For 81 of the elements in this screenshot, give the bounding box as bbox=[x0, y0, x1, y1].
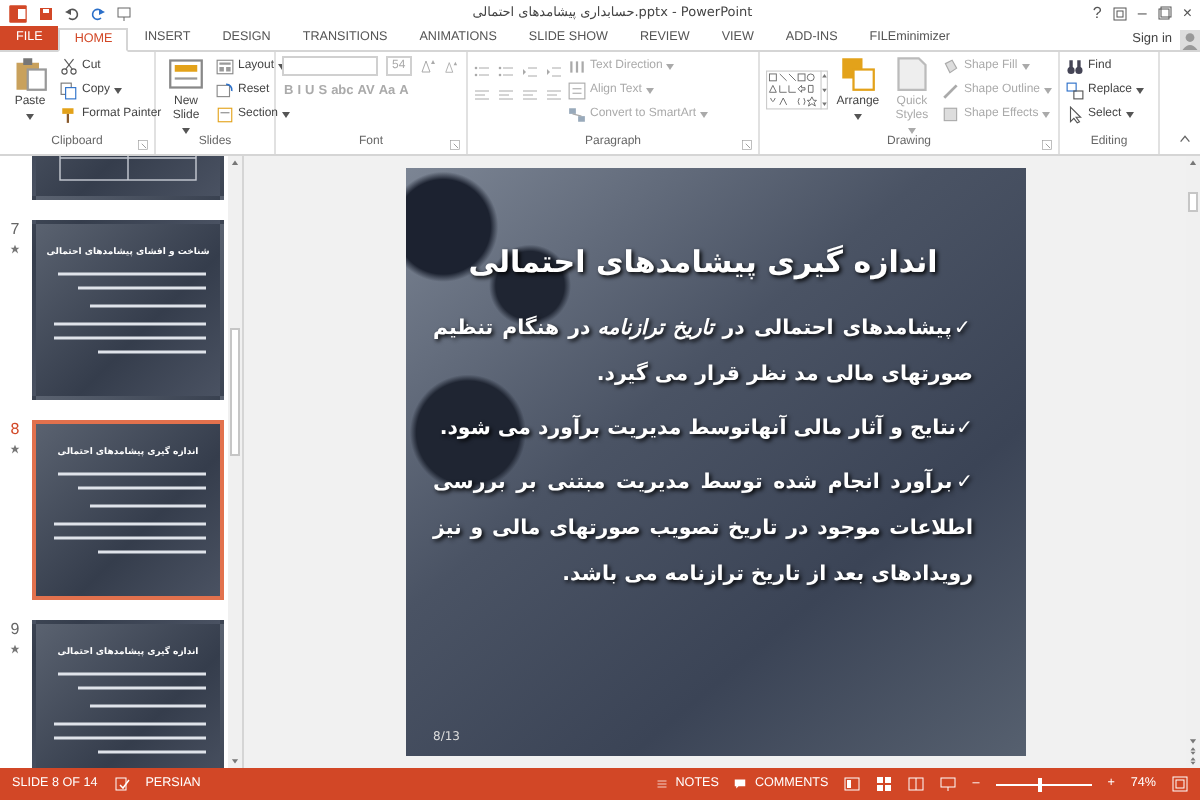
up-arrow-icon bbox=[1188, 158, 1198, 168]
comment-icon bbox=[734, 777, 747, 790]
align-lines-icon bbox=[546, 88, 562, 104]
chevron-up-icon bbox=[1178, 132, 1192, 146]
slide-page-icon bbox=[168, 56, 204, 92]
slide-sorter-icon bbox=[876, 776, 893, 792]
fit-to-window-icon bbox=[1172, 776, 1188, 792]
presentation-icon bbox=[116, 6, 132, 22]
section-icon bbox=[216, 106, 234, 124]
notes-icon bbox=[655, 777, 668, 790]
normal-view-icon bbox=[844, 776, 861, 792]
effects-icon bbox=[941, 106, 960, 124]
caret-icon bbox=[282, 112, 291, 118]
copy-icon bbox=[60, 82, 78, 100]
app-logo-icon bbox=[8, 4, 28, 24]
close-button[interactable]: × bbox=[1182, 2, 1192, 26]
star-icon bbox=[10, 443, 20, 454]
zoom-slider-thumb[interactable] bbox=[1038, 777, 1043, 791]
maximize-icon bbox=[1156, 6, 1173, 22]
scrollbar[interactable] bbox=[1186, 156, 1200, 768]
smartart-icon bbox=[568, 106, 586, 124]
save-icon bbox=[38, 6, 54, 22]
replace-icon bbox=[1066, 82, 1084, 100]
bullet-list-icon bbox=[498, 64, 514, 80]
pencil-icon bbox=[941, 82, 960, 100]
caret-icon bbox=[853, 114, 862, 120]
caret-icon bbox=[1136, 88, 1145, 94]
bullet-text: ✓برآورد انجام شده توسط مدیریت مبتنی بر بررسی اطلاعات موجود در تاریخ تصویب صورتهای مالی و نیز رویدادهای بعد از تاریخ ترازنامه می باشد. bbox=[433, 467, 973, 590]
caret-icon bbox=[26, 114, 34, 120]
styled-page-icon bbox=[893, 56, 930, 92]
down-arrow-icon bbox=[230, 756, 240, 766]
caret-icon bbox=[1044, 88, 1052, 94]
align-lines-icon bbox=[498, 88, 514, 104]
layout-icon bbox=[216, 58, 234, 76]
font-grow-icon bbox=[419, 58, 436, 74]
slide-number: 7 bbox=[10, 220, 20, 240]
bullet-text: ✓پیشامدهای احتمالی در تاریخ ترازنامه در هنگام تنظیم صورتهای مالی مد نظر قرار می گیرد. bbox=[433, 313, 973, 390]
undo-icon bbox=[64, 6, 80, 22]
clipboard-icon bbox=[12, 56, 48, 92]
caret-icon bbox=[645, 88, 654, 94]
minimize-button[interactable]: – bbox=[1137, 2, 1147, 26]
overlapping-squares-icon bbox=[839, 56, 876, 92]
caret-icon bbox=[907, 128, 916, 134]
slideshow-icon bbox=[940, 776, 957, 792]
align-lines-icon bbox=[474, 88, 490, 104]
note-check-icon bbox=[113, 776, 130, 792]
slide-title: اندازه گیری پیشامدهای احتمالی bbox=[466, 244, 940, 280]
restore-icon bbox=[1111, 6, 1128, 22]
bullet-list-icon bbox=[474, 64, 490, 80]
scrollbar-thumb[interactable] bbox=[230, 328, 240, 456]
scissors-icon bbox=[60, 58, 78, 76]
help-button[interactable]: ? bbox=[1092, 2, 1102, 26]
bullet-text: ✓نتایج و آثار مالی آنهاتوسط مدیریت برآورد می شود. bbox=[437, 413, 973, 444]
brush-icon bbox=[60, 106, 78, 124]
text-direction-icon bbox=[568, 58, 586, 76]
align-lines-icon bbox=[522, 88, 538, 104]
reading-view-icon bbox=[908, 776, 925, 792]
redo-icon bbox=[90, 6, 106, 22]
slide-number: 8 bbox=[10, 420, 20, 440]
indent-icon bbox=[546, 64, 562, 80]
caret-icon bbox=[1021, 64, 1030, 70]
scrollbar[interactable] bbox=[228, 156, 242, 768]
scrollbar-thumb[interactable] bbox=[1188, 192, 1198, 212]
cursor-icon bbox=[1066, 106, 1084, 124]
caret-icon bbox=[114, 88, 123, 94]
caret-icon bbox=[1125, 112, 1134, 118]
caret-icon bbox=[700, 112, 709, 118]
font-grow-icon bbox=[443, 59, 458, 73]
caret-icon bbox=[666, 64, 675, 70]
align-icon bbox=[568, 82, 586, 100]
reset-icon bbox=[216, 82, 234, 100]
up-arrow-icon bbox=[230, 158, 240, 168]
font-name-field[interactable] bbox=[282, 56, 378, 76]
slide-number: 9 bbox=[10, 620, 20, 640]
caret-icon bbox=[1042, 112, 1051, 118]
star-icon bbox=[10, 643, 20, 654]
down-arrow-icon bbox=[1188, 736, 1198, 746]
star-icon bbox=[10, 243, 20, 254]
indent-icon bbox=[522, 64, 538, 80]
binoculars-icon bbox=[1066, 58, 1084, 76]
caret-icon bbox=[182, 128, 190, 134]
